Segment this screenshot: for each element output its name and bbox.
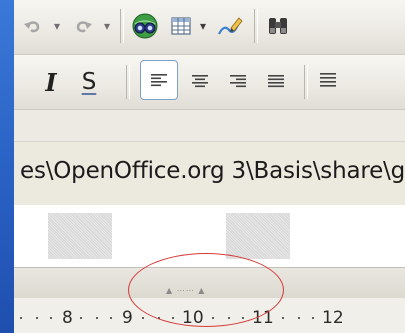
- toolbar-separator: [120, 9, 124, 43]
- table-icon: [171, 17, 191, 35]
- preview-tile: [226, 213, 290, 259]
- italic-button[interactable]: I: [36, 65, 66, 99]
- undo-dropdown-button[interactable]: ▾: [50, 12, 64, 40]
- find-replace-button[interactable]: [264, 10, 294, 42]
- toolbar-separator: [304, 65, 308, 99]
- align-right-icon: [230, 75, 246, 88]
- align-left-icon: [151, 74, 167, 87]
- ruler-tick: [298, 317, 300, 319]
- path-bar: es\OpenOffice.org 3\Basis\share\g: [14, 141, 405, 207]
- line-spacing-button[interactable]: [312, 63, 344, 99]
- ruler-tick: [36, 317, 38, 319]
- formatting-toolbar: I S: [14, 55, 405, 110]
- undo-icon: [24, 21, 40, 33]
- chevron-down-icon: ▾: [53, 19, 61, 33]
- ruler-tick: [80, 317, 82, 319]
- navigator-button[interactable]: [128, 9, 162, 43]
- binoculars-icon: [269, 18, 287, 34]
- ruler-number: 8: [62, 308, 73, 328]
- align-left-button[interactable]: [140, 60, 178, 100]
- ruler-tick: [110, 317, 112, 319]
- align-center-button[interactable]: [184, 63, 216, 99]
- shadow-button[interactable]: S: [74, 65, 104, 99]
- redo-button[interactable]: [68, 10, 98, 42]
- ruler-number: 11: [252, 308, 274, 328]
- shadow-icon: S: [81, 69, 97, 95]
- redo-icon: [76, 21, 92, 33]
- ruler-tick: [212, 317, 214, 319]
- standard-toolbar: ▾ ▾ ▾: [14, 0, 405, 55]
- toolbar-separator: [254, 9, 258, 43]
- redo-dropdown-button[interactable]: ▾: [100, 12, 114, 40]
- ruler-tick: [96, 317, 98, 319]
- grip-handle-icon[interactable]: ▲ ⋯⋯ ▲: [166, 286, 205, 295]
- toolbar-separator: [126, 65, 130, 99]
- ruler-tick: [312, 317, 314, 319]
- table-dropdown-button[interactable]: ▾: [196, 12, 210, 40]
- insert-table-button[interactable]: [166, 11, 196, 41]
- ruler-tick: [282, 317, 284, 319]
- application-window: ▾ ▾ ▾ I S es\OpenOffice.org 3\Basis\shar…: [14, 0, 405, 333]
- preview-area: [14, 205, 405, 267]
- ruler-tick: [228, 317, 230, 319]
- draw-pencil-icon: [218, 17, 243, 35]
- ruler-tick: [20, 317, 22, 319]
- ruler-tick: [50, 317, 52, 319]
- align-right-button[interactable]: [222, 63, 254, 99]
- preview-tile: [48, 213, 112, 259]
- ruler-number: 12: [322, 308, 344, 328]
- globe-binoculars-icon: [132, 13, 158, 39]
- align-center-icon: [192, 75, 208, 88]
- chevron-down-icon: ▾: [103, 19, 111, 33]
- ruler-tick: [172, 317, 174, 319]
- ruler-tick: [158, 317, 160, 319]
- chevron-down-icon: ▾: [199, 19, 207, 33]
- ruler-tick: [242, 317, 244, 319]
- ruler-number: 10: [182, 308, 204, 328]
- file-path-text: es\OpenOffice.org 3\Basis\share\g: [20, 158, 405, 184]
- show-draw-functions-button[interactable]: [214, 11, 246, 41]
- ruler-tick: [142, 317, 144, 319]
- splitter-bar[interactable]: ▲ ⋯⋯ ▲: [14, 267, 405, 299]
- align-justify-icon: [268, 75, 284, 88]
- line-spacing-icon: [320, 73, 336, 87]
- italic-icon: I: [45, 67, 57, 97]
- ruler-number: 9: [122, 308, 133, 328]
- horizontal-ruler[interactable]: 8 9 10 11 12: [14, 298, 405, 333]
- undo-button[interactable]: [18, 10, 48, 42]
- justify-button[interactable]: [260, 63, 292, 99]
